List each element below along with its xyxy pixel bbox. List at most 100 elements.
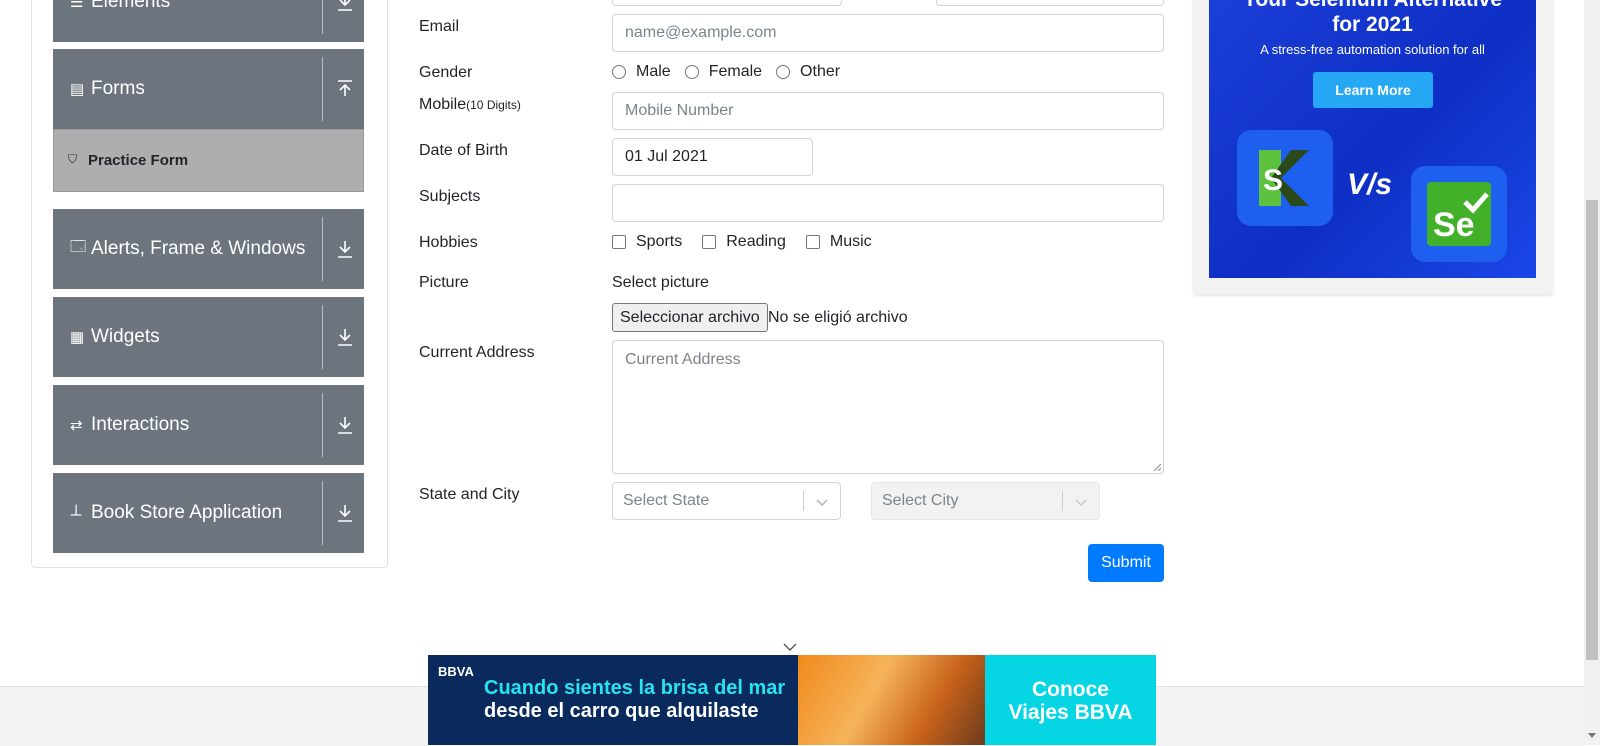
ad-cta-line2: Viajes BBVA <box>1008 701 1133 724</box>
subjects-label: Subjects <box>419 188 481 205</box>
subjects-input[interactable] <box>612 184 1164 222</box>
choose-file-button[interactable]: Seleccionar archivo <box>612 303 768 332</box>
sidebar-group-elements[interactable]: ☰ Elements <box>53 0 364 42</box>
bbva-logo: BBVA <box>438 664 474 679</box>
checkbox-label[interactable]: Music <box>830 233 872 251</box>
download-arrow-icon[interactable] <box>335 0 355 13</box>
divider <box>322 57 323 121</box>
radio-label[interactable]: Other <box>800 63 840 81</box>
date-of-birth-input[interactable]: 01 Jul 2021 <box>612 138 813 176</box>
list-icon: ☰ <box>70 0 84 11</box>
ad-vs-text: V/s <box>1347 168 1393 201</box>
select-separator <box>803 491 804 511</box>
hobby-option-music[interactable]: Music <box>805 233 872 251</box>
download-arrow-icon[interactable] <box>335 238 355 260</box>
state-select[interactable]: Select State <box>612 482 841 520</box>
divider <box>322 0 323 34</box>
select-picture-label: Select picture <box>612 274 709 291</box>
upload-arrow-icon[interactable] <box>335 78 355 100</box>
sidebar-item-label: Practice Form <box>88 152 189 169</box>
hobby-option-sports[interactable]: Sports <box>612 233 682 251</box>
city-select-placeholder: Select City <box>882 492 959 509</box>
city-select[interactable]: Select City <box>871 482 1100 520</box>
checkbox-label[interactable]: Reading <box>726 233 786 251</box>
ad-title-line2: for 2021 <box>1332 13 1413 36</box>
checkbox[interactable] <box>805 235 820 249</box>
hobby-option-reading[interactable]: Reading <box>702 233 786 251</box>
gender-option-other[interactable]: Other <box>776 63 840 81</box>
file-status-text: No se eligió archivo <box>768 309 908 326</box>
sidebar-group-book-store[interactable]: 𝍥 Book Store Application <box>53 473 364 553</box>
ad-title-line1: Your Selenium Alternative <box>1209 0 1536 12</box>
download-arrow-icon[interactable] <box>335 414 355 436</box>
resize-grip-icon[interactable] <box>1153 463 1161 471</box>
radio-label[interactable]: Male <box>636 63 671 81</box>
sidebar-group-interactions[interactable]: ⇄ Interactions <box>53 385 364 465</box>
mobile-label: Mobile(10 Digits) <box>419 96 521 114</box>
checkbox[interactable] <box>702 235 717 249</box>
radio-button[interactable] <box>612 65 626 79</box>
sidebar-group-forms[interactable]: ▤ Forms <box>53 49 364 129</box>
email-label: Email <box>419 18 460 35</box>
divider <box>322 393 323 457</box>
books-icon: 𝍥 <box>70 502 83 520</box>
chevron-down-icon[interactable] <box>814 494 830 510</box>
gender-option-male[interactable]: Male <box>612 63 671 81</box>
window-icon: 🗔 <box>70 238 87 256</box>
picture-label: Picture <box>419 274 469 291</box>
scroll-down-arrow-icon[interactable] <box>1587 732 1597 740</box>
email-field[interactable]: name@example.com <box>612 14 1164 52</box>
ad-subtitle: A stress-free automation solution for al… <box>1260 42 1485 57</box>
ad-headline-line1: Cuando sientes la brisa del mar <box>484 677 786 699</box>
sidebar-group-label: Interactions <box>91 414 190 435</box>
divider <box>322 305 323 369</box>
svg-text:S: S <box>1263 164 1283 197</box>
current-address-label: Current Address <box>419 344 535 361</box>
sidebar-group-label: Forms <box>91 78 145 99</box>
mobile-hint: (10 Digits) <box>466 98 521 112</box>
textarea-placeholder: Current Address <box>625 351 741 368</box>
select-separator <box>1062 491 1063 511</box>
learn-more-button[interactable]: Learn More <box>1313 72 1433 108</box>
last-name-field[interactable] <box>936 0 1164 6</box>
sidebar-group-widgets[interactable]: ▦ Widgets <box>53 297 364 377</box>
hobbies-label: Hobbies <box>419 234 478 251</box>
radio-button[interactable] <box>684 65 699 79</box>
bottom-ad-banner[interactable]: BBVA Cuando sientes la brisa del mar des… <box>428 655 1156 745</box>
hobbies-checkbox-group: Sports Reading Music <box>612 233 886 251</box>
divider <box>322 481 323 545</box>
selenium-logo-icon: Se <box>1411 166 1507 262</box>
right-ad-banner[interactable]: Your Selenium Alternative for 2021 A str… <box>1209 0 1536 278</box>
gender-option-female[interactable]: Female <box>684 63 762 81</box>
widgets-icon: ▦ <box>70 329 85 346</box>
download-arrow-icon[interactable] <box>335 326 355 348</box>
state-city-label: State and City <box>419 486 520 503</box>
ad-headline-line2: desde el carro que alquilaste <box>484 700 759 722</box>
interactions-icon: ⇄ <box>70 417 83 434</box>
download-arrow-icon[interactable] <box>335 502 355 524</box>
sidebar-item-practice-form[interactable]: ⛉ Practice Form <box>53 129 364 192</box>
document-icon: ▤ <box>70 81 85 98</box>
gender-radio-group: Male Female Other <box>612 63 854 81</box>
sidebar-group-alerts[interactable]: 🗔 Alerts, Frame & Windows <box>53 209 364 289</box>
chevron-down-icon[interactable] <box>1073 494 1089 510</box>
checkbox[interactable] <box>612 235 626 249</box>
current-address-textarea[interactable]: Current Address <box>612 340 1164 474</box>
gender-label: Gender <box>419 64 473 81</box>
mobile-field[interactable]: Mobile Number <box>612 92 1164 130</box>
state-select-placeholder: Select State <box>623 492 710 509</box>
radio-label[interactable]: Female <box>709 63 762 81</box>
ad-cta[interactable]: Conoce Viajes BBVA <box>985 655 1156 745</box>
divider <box>322 217 323 281</box>
sidebar-group-label: Book Store Application <box>91 502 283 523</box>
submit-button[interactable]: Submit <box>1088 544 1164 582</box>
sidebar-group-label: Alerts, Frame & Windows <box>91 238 306 259</box>
scrollbar-thumb[interactable] <box>1586 200 1598 660</box>
first-name-field[interactable] <box>612 0 842 6</box>
radio-button[interactable] <box>776 65 791 79</box>
checkbox-label[interactable]: Sports <box>636 233 682 251</box>
svg-text:Se: Se <box>1433 206 1475 244</box>
collapse-chevron-icon[interactable] <box>782 642 798 652</box>
mobile-label-text: Mobile <box>419 96 467 113</box>
sidebar-group-label: Elements <box>91 0 171 12</box>
